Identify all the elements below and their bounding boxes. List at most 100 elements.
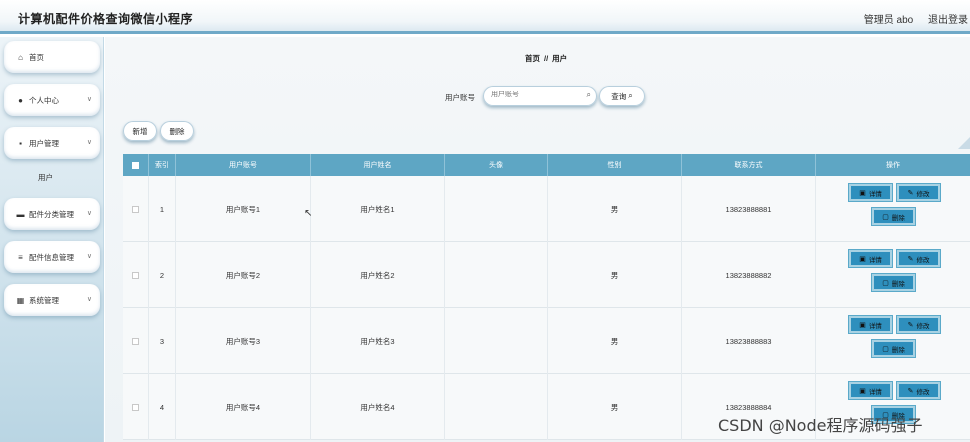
row-delete-button-label: 删除: [891, 346, 905, 354]
detail-icon: ▣: [859, 189, 866, 197]
header-user-area: 管理员 abo 退出登录: [852, 11, 968, 26]
query-button-label: 查询: [611, 91, 627, 101]
user-icon: ●: [18, 95, 23, 105]
chevron-down-icon: ∨: [86, 210, 92, 217]
edit-button[interactable]: ✎ 修改: [897, 316, 940, 333]
detail-icon: ▣: [859, 387, 866, 395]
edit-icon: ✎: [907, 189, 914, 197]
avatar-cell: [445, 176, 548, 242]
account-cell: 用户账号3: [176, 308, 311, 374]
row-select-cell: [123, 374, 149, 440]
actions-cell: ▣ 详情 ✎ 修改 ▢ 删除: [816, 176, 970, 242]
edit-icon: ✎: [907, 255, 914, 263]
row-checkbox[interactable]: [132, 205, 139, 213]
edit-button[interactable]: ✎ 修改: [897, 382, 940, 399]
sidebar-item-personal-center[interactable]: ● 个人中心 ∨: [4, 84, 100, 116]
sidebar: ⌂ 首页 ● 个人中心 ∨ ▪ 用户管理 ∨ 用户 ▬ 配件分类管理 ∨ ≡ 配…: [0, 37, 104, 442]
sidebar-item-user-management[interactable]: ▪ 用户管理 ∨: [4, 127, 100, 159]
query-button[interactable]: 查询 ⌕: [599, 86, 645, 106]
select-all-checkbox[interactable]: [132, 161, 139, 169]
index-cell: 2: [149, 242, 176, 308]
search-input[interactable]: [491, 91, 576, 98]
sidebar-item-system-management[interactable]: ▦ 系统管理 ∨: [4, 284, 100, 316]
detail-button[interactable]: ▣ 详情: [849, 250, 892, 267]
top-header: 计算机配件价格查询微信小程序 管理员 abo 退出登录: [0, 0, 970, 34]
chevron-down-icon: ∨: [86, 96, 92, 103]
row-delete-button[interactable]: ▢ 删除: [872, 274, 915, 291]
watermark: CSDN @Node程序源码强子: [718, 416, 923, 435]
app-title: 计算机配件价格查询微信小程序: [18, 12, 194, 26]
mouse-cursor-icon: ↖: [304, 208, 313, 219]
admin-user-label[interactable]: 管理员 abo: [864, 15, 913, 26]
detail-button[interactable]: ▣ 详情: [849, 316, 892, 333]
row-delete-button-label: 删除: [891, 280, 905, 288]
detail-button-label: 详情: [868, 256, 882, 264]
gender-cell: 男: [548, 242, 682, 308]
account-cell: 用户账号1: [176, 176, 311, 242]
grid-icon: ▦: [16, 295, 25, 305]
search-label: 用户账号: [445, 93, 475, 102]
detail-button[interactable]: ▣ 详情: [849, 382, 892, 399]
sidebar-item-label: 系统管理: [29, 295, 59, 305]
gender-cell: 男: [548, 374, 682, 440]
edit-button[interactable]: ✎ 修改: [897, 250, 940, 267]
edit-icon: ✎: [907, 387, 914, 395]
corner-decoration: [946, 137, 970, 149]
col-header-actions: 操作: [886, 162, 900, 169]
phone-cell: 13823888881: [682, 176, 816, 242]
detail-button[interactable]: ▣ 详情: [849, 184, 892, 201]
logout-link[interactable]: 退出登录: [928, 15, 968, 26]
detail-button-label: 详情: [868, 322, 882, 330]
table-header: 索引 用户账号 用户姓名 头像 性别 联系方式 操作: [123, 154, 970, 176]
row-select-cell: [123, 308, 149, 374]
chevron-down-icon: ∨: [86, 139, 92, 146]
row-checkbox[interactable]: [132, 403, 139, 411]
row-checkbox[interactable]: [132, 271, 139, 279]
search-icon: ⌕: [628, 91, 633, 100]
edit-button-label: 修改: [916, 256, 930, 264]
breadcrumb: 首页 //用户: [525, 53, 567, 64]
sidebar-item-label: 首页: [29, 52, 44, 62]
col-header-gender: 性别: [548, 154, 682, 176]
sidebar-item-parts-management[interactable]: ≡ 配件信息管理 ∨: [4, 241, 100, 273]
phone-cell: 13823888883: [682, 308, 816, 374]
delete-button[interactable]: 删除: [160, 121, 194, 141]
row-select-cell: [123, 176, 149, 242]
detail-icon: ▣: [859, 321, 866, 329]
chat-icon: ▬: [16, 209, 25, 219]
avatar-cell: [445, 308, 548, 374]
table-row: 3 用户账号3 用户姓名3 男 13823888883 ▣ 详情 ✎ 修改 ▢ 删除: [123, 308, 970, 374]
select-all-cell: [123, 154, 149, 176]
search-field[interactable]: ⌕: [483, 86, 597, 106]
sidebar-item-label: 配件信息管理: [29, 252, 74, 262]
edit-button-label: 修改: [916, 388, 930, 396]
grid-icon: ▪: [19, 138, 22, 148]
sidebar-item-home[interactable]: ⌂ 首页: [4, 41, 100, 73]
sidebar-subitem-users[interactable]: 用户: [38, 172, 53, 183]
gender-cell: 男: [548, 176, 682, 242]
add-button[interactable]: 新增: [123, 121, 157, 141]
row-delete-button[interactable]: ▢ 删除: [872, 340, 915, 357]
account-cell: 用户账号4: [176, 374, 311, 440]
table-row: 2 用户账号2 用户姓名2 男 13823888882 ▣ 详情 ✎ 修改 ▢ 删除: [123, 242, 970, 308]
edit-button-label: 修改: [916, 190, 930, 198]
sidebar-item-label: 个人中心: [29, 95, 59, 105]
user-table: 索引 用户账号 用户姓名 头像 性别 联系方式 操作 1 用户账号1 用户姓名1 男 1…: [123, 154, 970, 442]
col-header-index: 索引: [149, 154, 176, 176]
home-icon: ⌂: [18, 52, 23, 62]
edit-button-label: 修改: [916, 322, 930, 330]
row-delete-button-label: 删除: [891, 214, 905, 222]
index-cell: 3: [149, 308, 176, 374]
breadcrumb-home[interactable]: 首页: [525, 54, 540, 63]
sidebar-item-category-management[interactable]: ▬ 配件分类管理 ∨: [4, 198, 100, 230]
trash-icon: ▢: [882, 345, 889, 353]
col-header-phone: 联系方式: [682, 154, 816, 176]
breadcrumb-current: 用户: [552, 54, 568, 63]
detail-button-label: 详情: [868, 388, 882, 396]
row-checkbox[interactable]: [132, 337, 139, 345]
phone-cell: 13823888882: [682, 242, 816, 308]
index-cell: 1: [149, 176, 176, 242]
edit-button[interactable]: ✎ 修改: [897, 184, 940, 201]
breadcrumb-separator: //: [544, 54, 549, 63]
row-delete-button[interactable]: ▢ 删除: [872, 208, 915, 225]
